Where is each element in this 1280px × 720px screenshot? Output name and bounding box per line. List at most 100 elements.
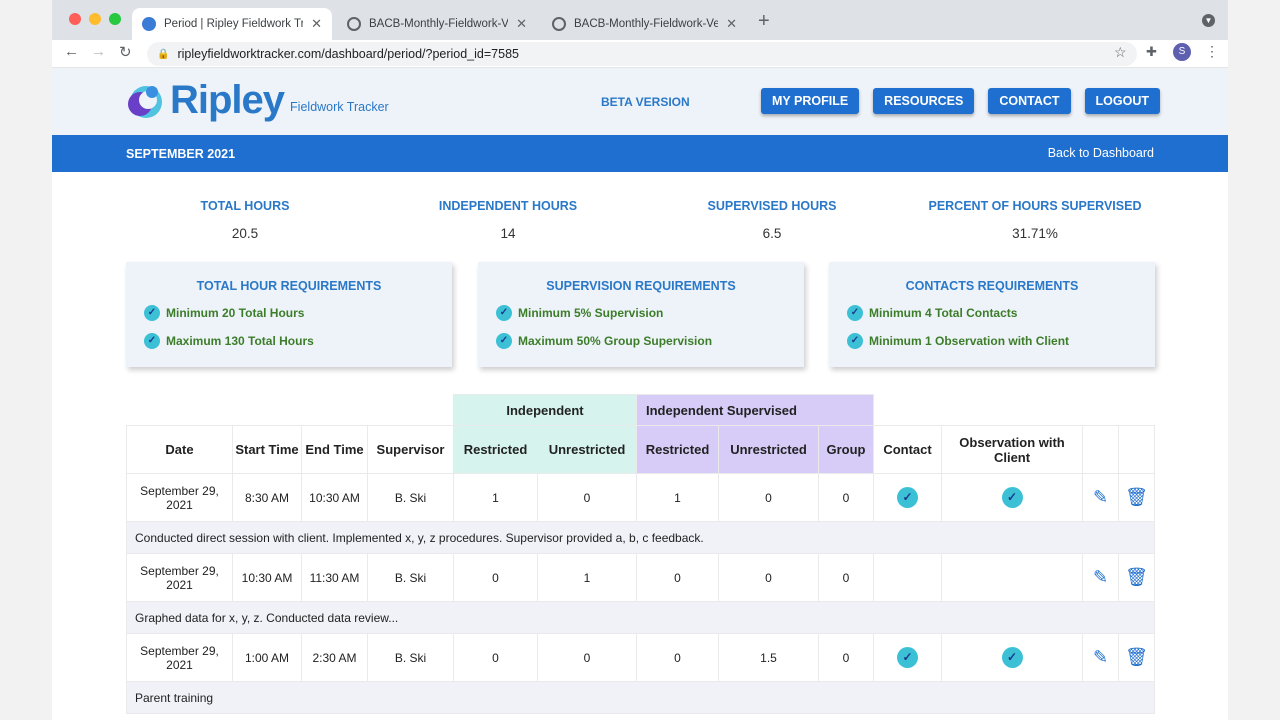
entry-note: Parent training bbox=[125, 681, 1156, 714]
resources-button[interactable]: RESOURCES bbox=[873, 88, 975, 114]
cell-end: 10:30 AM bbox=[301, 473, 368, 522]
profile-avatar[interactable]: S bbox=[1173, 43, 1191, 61]
stat-value: 31.71% bbox=[1012, 226, 1058, 241]
logo-wordmark: Ripley bbox=[170, 78, 285, 122]
requirements-row: TOTAL HOUR REQUIREMENTS ✓ Minimum 20 Tota… bbox=[126, 262, 1156, 368]
col-edit bbox=[1082, 425, 1120, 474]
tab-title: Period | Ripley Fieldwork Tracker bbox=[164, 18, 304, 30]
address-bar: ← → ↻ 🔒 ripleyfieldworktracker.com/dashb… bbox=[52, 40, 1228, 68]
logout-button[interactable]: LOGOUT bbox=[1084, 88, 1161, 114]
col-start-time: Start Time bbox=[232, 425, 302, 474]
reload-icon[interactable]: ↻ bbox=[119, 43, 132, 61]
check-icon: ✓ bbox=[144, 333, 160, 349]
close-window-button[interactable] bbox=[69, 13, 81, 25]
card-title: SUPERVISION REQUIREMENTS bbox=[546, 279, 736, 293]
delete-trash-icon[interactable]: 🗑 bbox=[1125, 487, 1148, 507]
cell-supervised-restricted: 1 bbox=[636, 473, 719, 522]
supervised-group-header: Independent Supervised bbox=[635, 394, 875, 426]
cell-date: September 29, 2021 bbox=[126, 553, 233, 602]
table-row: September 29, 2021 1:00 AM 2:30 AM B. Sk… bbox=[126, 633, 1156, 682]
col-end-time: End Time bbox=[301, 425, 368, 474]
browser-menu-icon[interactable]: ⋮ bbox=[1205, 43, 1219, 60]
browser-tab-2[interactable]: BACB-Monthly-Fieldwork-Verification ✕ bbox=[337, 8, 537, 40]
col-unrestricted: Unrestricted bbox=[537, 425, 637, 474]
bookmark-star-icon[interactable]: ☆ bbox=[1114, 44, 1127, 61]
browser-window: Period | Ripley Fieldwork Tracker ✕ BACB… bbox=[52, 0, 1228, 720]
requirement-text: Maximum 130 Total Hours bbox=[166, 334, 314, 348]
close-tab-icon[interactable]: ✕ bbox=[516, 16, 527, 32]
back-to-dashboard-link[interactable]: Back to Dashboard bbox=[1048, 146, 1154, 160]
period-bar: SEPTEMBER 2021 Back to Dashboard bbox=[52, 135, 1228, 172]
stat-value: 14 bbox=[500, 226, 516, 241]
cell-date: September 29, 2021 bbox=[126, 633, 233, 682]
contact-button[interactable]: CONTACT bbox=[988, 88, 1071, 114]
entry-note: Graphed data for x, y, z. Conducted data… bbox=[125, 601, 1156, 634]
requirement-item: ✓ Maximum 50% Group Supervision bbox=[496, 333, 804, 349]
col-delete bbox=[1118, 425, 1156, 474]
logo-subtitle: Fieldwork Tracker bbox=[290, 100, 389, 114]
tab-title: BACB-Monthly-Fieldwork-Verification bbox=[369, 18, 509, 30]
cell-group: 0 bbox=[817, 473, 875, 522]
edit-pencil-icon[interactable]: ✎ bbox=[1093, 487, 1108, 507]
supervised-hours-stat: SUPERVISED HOURS 6.5 bbox=[652, 199, 892, 241]
col-date: Date bbox=[126, 425, 233, 474]
cell-unrestricted: 1 bbox=[537, 553, 637, 602]
cell-unrestricted: 0 bbox=[537, 633, 637, 682]
stat-value: 20.5 bbox=[231, 226, 259, 241]
cell-start: 1:00 AM bbox=[232, 633, 302, 682]
cell-delete: 🗑 bbox=[1118, 633, 1156, 682]
browser-tab-3[interactable]: BACB-Monthly-Fieldwork-Verification ✕ bbox=[542, 8, 747, 40]
entry-note: Conducted direct session with client. Im… bbox=[125, 521, 1156, 554]
cell-delete: 🗑 bbox=[1118, 553, 1156, 602]
delete-trash-icon[interactable]: 🗑 bbox=[1125, 647, 1148, 667]
url-field[interactable]: 🔒 ripleyfieldworktracker.com/dashboard/p… bbox=[147, 42, 1137, 66]
back-arrow-icon[interactable]: ← bbox=[64, 43, 79, 60]
check-icon: ✓ bbox=[496, 333, 512, 349]
group-header-row: Independent Independent Supervised bbox=[127, 394, 1155, 426]
cell-edit: ✎ bbox=[1082, 473, 1120, 522]
cell-date: September 29, 2021 bbox=[126, 473, 233, 522]
total-hour-requirements-card: TOTAL HOUR REQUIREMENTS ✓ Minimum 20 Tota… bbox=[126, 262, 452, 367]
tab-title: BACB-Monthly-Fieldwork-Verification bbox=[574, 18, 719, 30]
globe-icon bbox=[552, 17, 566, 31]
minimize-window-button[interactable] bbox=[89, 13, 101, 25]
edit-pencil-icon[interactable]: ✎ bbox=[1093, 647, 1108, 667]
check-icon: ✓ bbox=[897, 487, 919, 508]
ripley-logo[interactable]: Ripley Fieldwork Tracker bbox=[126, 80, 389, 120]
lock-icon: 🔒 bbox=[157, 48, 170, 60]
maximize-window-button[interactable] bbox=[109, 13, 121, 25]
delete-trash-icon[interactable]: 🗑 bbox=[1125, 567, 1148, 587]
extensions-puzzle-icon[interactable]: ✚ bbox=[1146, 44, 1157, 60]
cell-supervisor: B. Ski bbox=[367, 553, 454, 602]
tab-search-icon[interactable]: ▼ bbox=[1202, 14, 1215, 27]
requirement-text: Maximum 50% Group Supervision bbox=[518, 334, 713, 348]
check-icon: ✓ bbox=[847, 333, 863, 349]
close-tab-icon[interactable]: ✕ bbox=[311, 16, 322, 32]
check-icon: ✓ bbox=[1001, 487, 1023, 508]
browser-tab-1[interactable]: Period | Ripley Fieldwork Tracker ✕ bbox=[132, 8, 332, 40]
cell-observation bbox=[941, 553, 1084, 602]
hours-summary: TOTAL HOURS 20.5 INDEPENDENT HOURS 14 SU… bbox=[52, 172, 1228, 262]
my-profile-button[interactable]: MY PROFILE bbox=[761, 88, 860, 114]
col-supervised-unrestricted: Unrestricted bbox=[718, 425, 819, 474]
cell-supervisor: B. Ski bbox=[367, 633, 454, 682]
edit-pencil-icon[interactable]: ✎ bbox=[1093, 567, 1108, 587]
stat-label: INDEPENDENT HOURS bbox=[438, 199, 578, 213]
window-controls bbox=[69, 13, 121, 25]
close-tab-icon[interactable]: ✕ bbox=[726, 16, 737, 32]
check-icon: ✓ bbox=[1001, 647, 1023, 668]
cell-end: 2:30 AM bbox=[301, 633, 368, 682]
cell-contact: ✓ bbox=[873, 473, 943, 522]
stat-label: PERCENT OF HOURS SUPERVISED bbox=[928, 199, 1142, 213]
hours-table-wrapper: Independent Independent Supervised Date … bbox=[125, 394, 1156, 714]
empty-header bbox=[127, 395, 454, 426]
ripley-favicon-icon bbox=[142, 17, 156, 31]
requirement-item: ✓ Minimum 5% Supervision bbox=[496, 305, 804, 321]
empty-header bbox=[874, 395, 1155, 426]
cell-edit: ✎ bbox=[1082, 553, 1120, 602]
url-text: ripleyfieldworktracker.com/dashboard/per… bbox=[177, 47, 519, 61]
forward-arrow-icon[interactable]: → bbox=[91, 43, 106, 60]
percent-supervised-stat: PERCENT OF HOURS SUPERVISED 31.71% bbox=[915, 199, 1155, 241]
cell-supervised-unrestricted: 0 bbox=[718, 553, 819, 602]
new-tab-icon[interactable]: + bbox=[758, 10, 770, 33]
